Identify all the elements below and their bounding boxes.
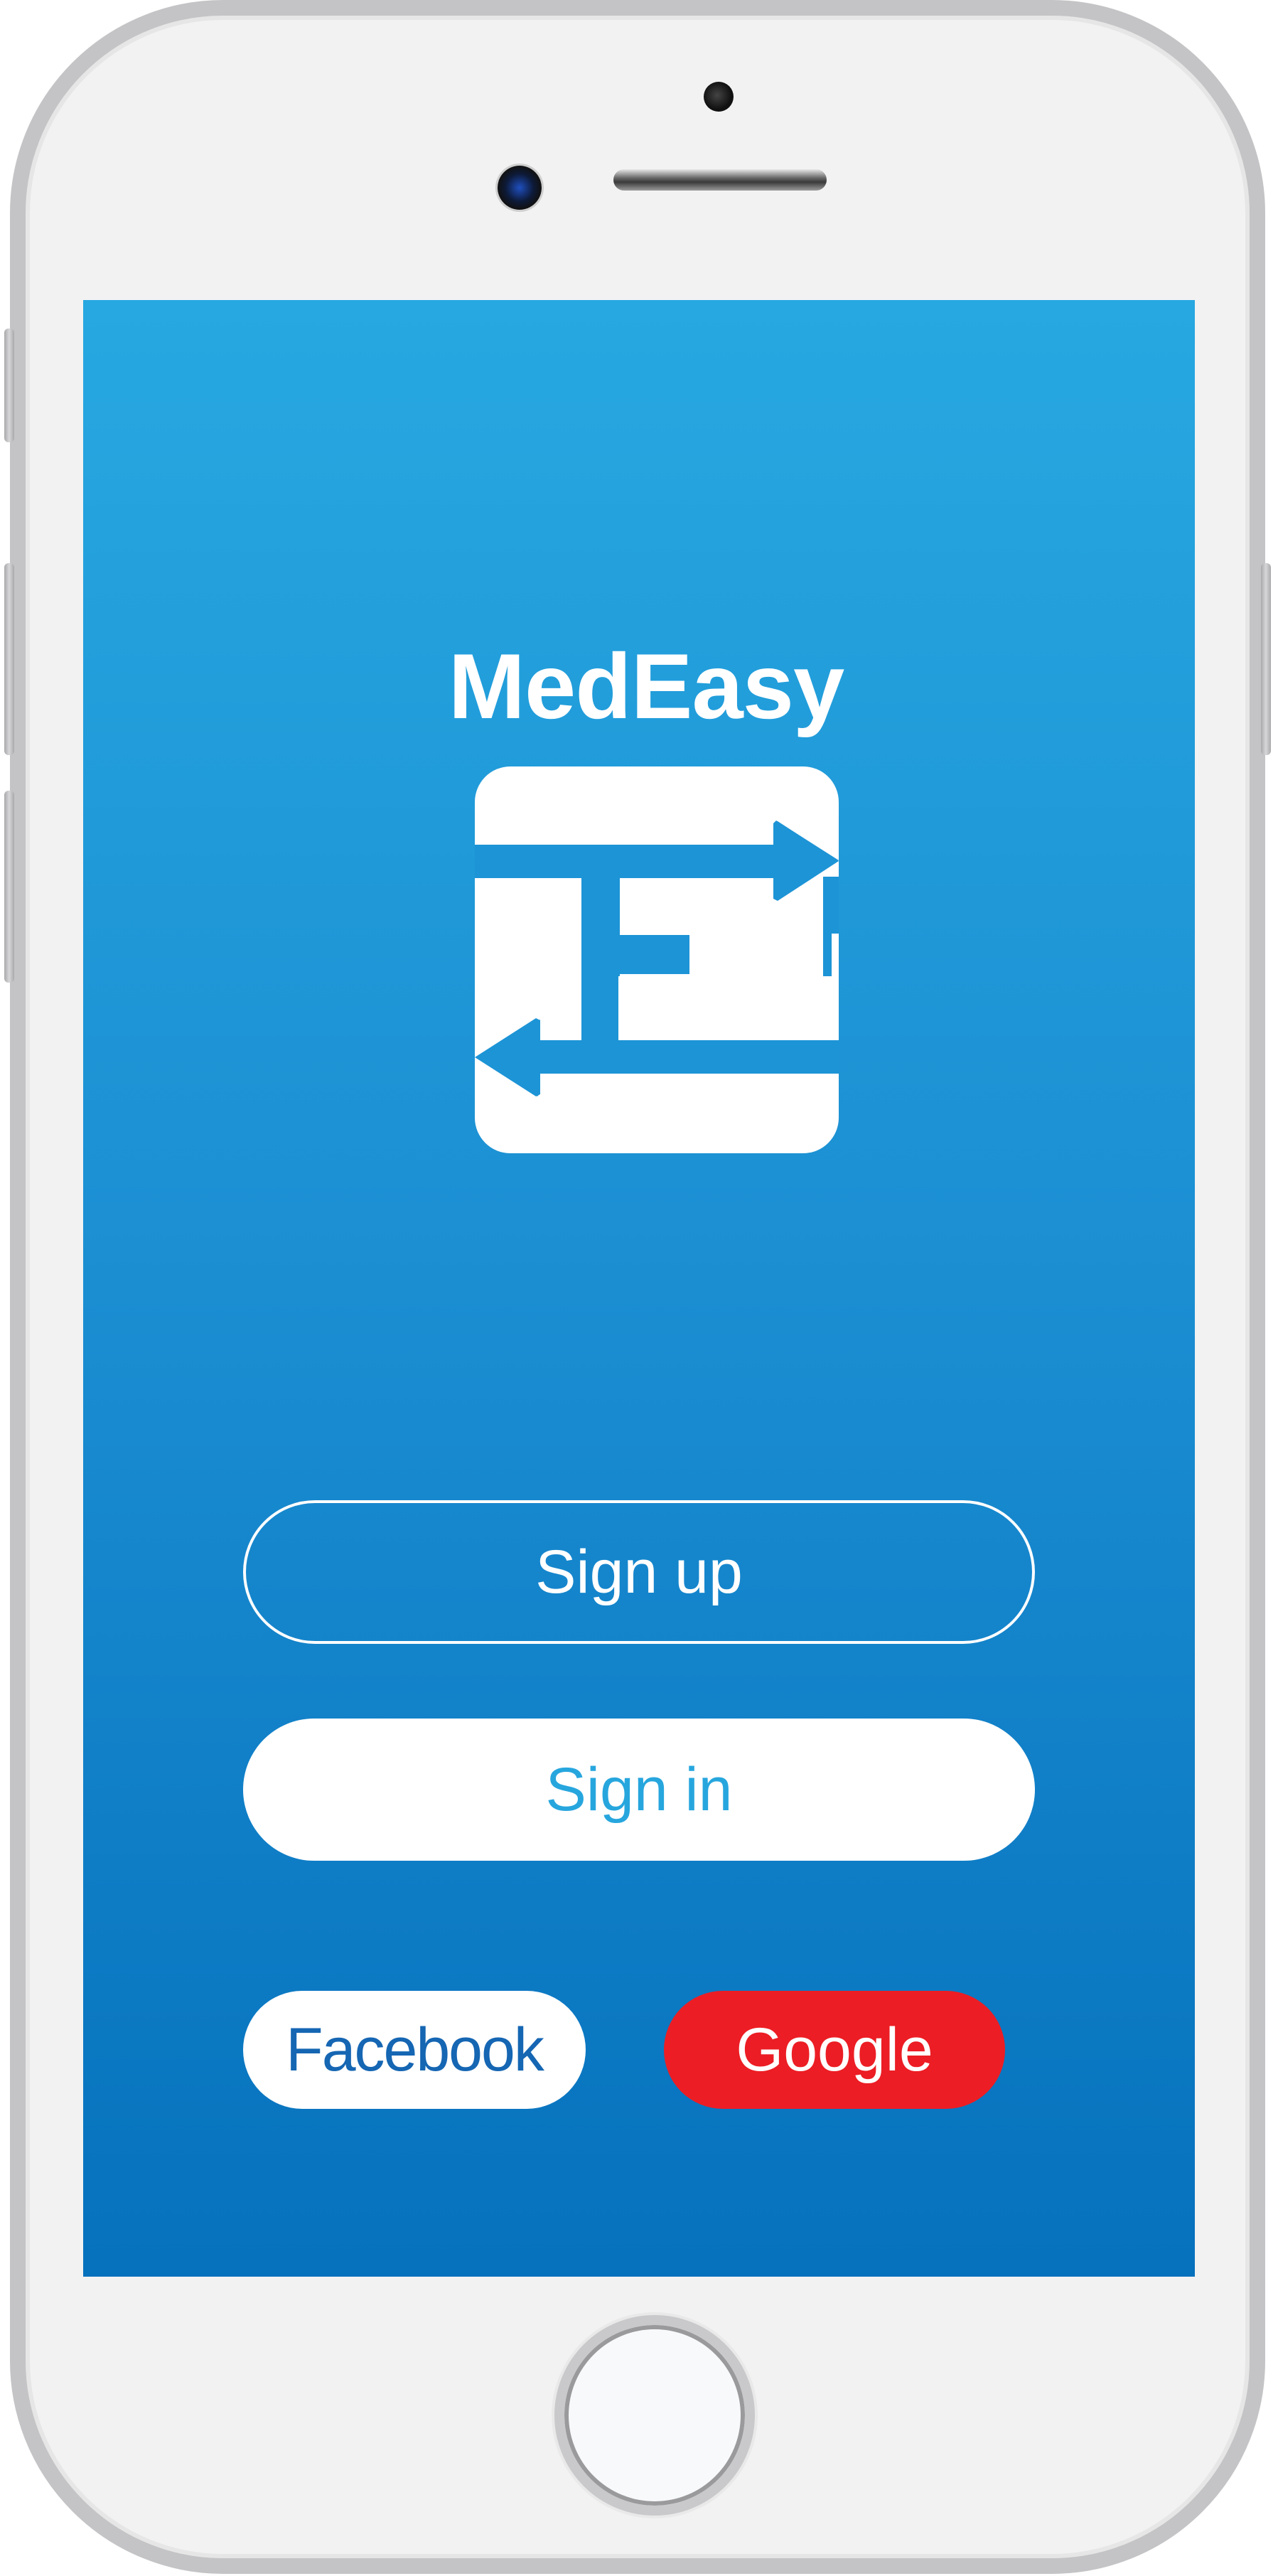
home-button[interactable]	[554, 2315, 755, 2516]
front-camera	[498, 166, 542, 210]
power-button	[1261, 563, 1271, 755]
sign-up-button[interactable]: Sign up	[243, 1500, 1035, 1644]
app-screen: MedEasy Sign up Sign in Facebook Google	[83, 300, 1195, 2277]
volume-down-button	[4, 791, 14, 983]
proximity-sensor	[704, 82, 734, 112]
google-login-button[interactable]: Google	[664, 1991, 1005, 2109]
mute-switch	[4, 328, 14, 442]
earpiece-speaker	[613, 169, 827, 191]
medeasy-logo-icon	[475, 766, 839, 1153]
facebook-login-button[interactable]: Facebook	[243, 1991, 586, 2109]
volume-up-button	[4, 563, 14, 755]
sign-in-button[interactable]: Sign in	[243, 1719, 1035, 1861]
app-title: MedEasy	[448, 634, 845, 738]
